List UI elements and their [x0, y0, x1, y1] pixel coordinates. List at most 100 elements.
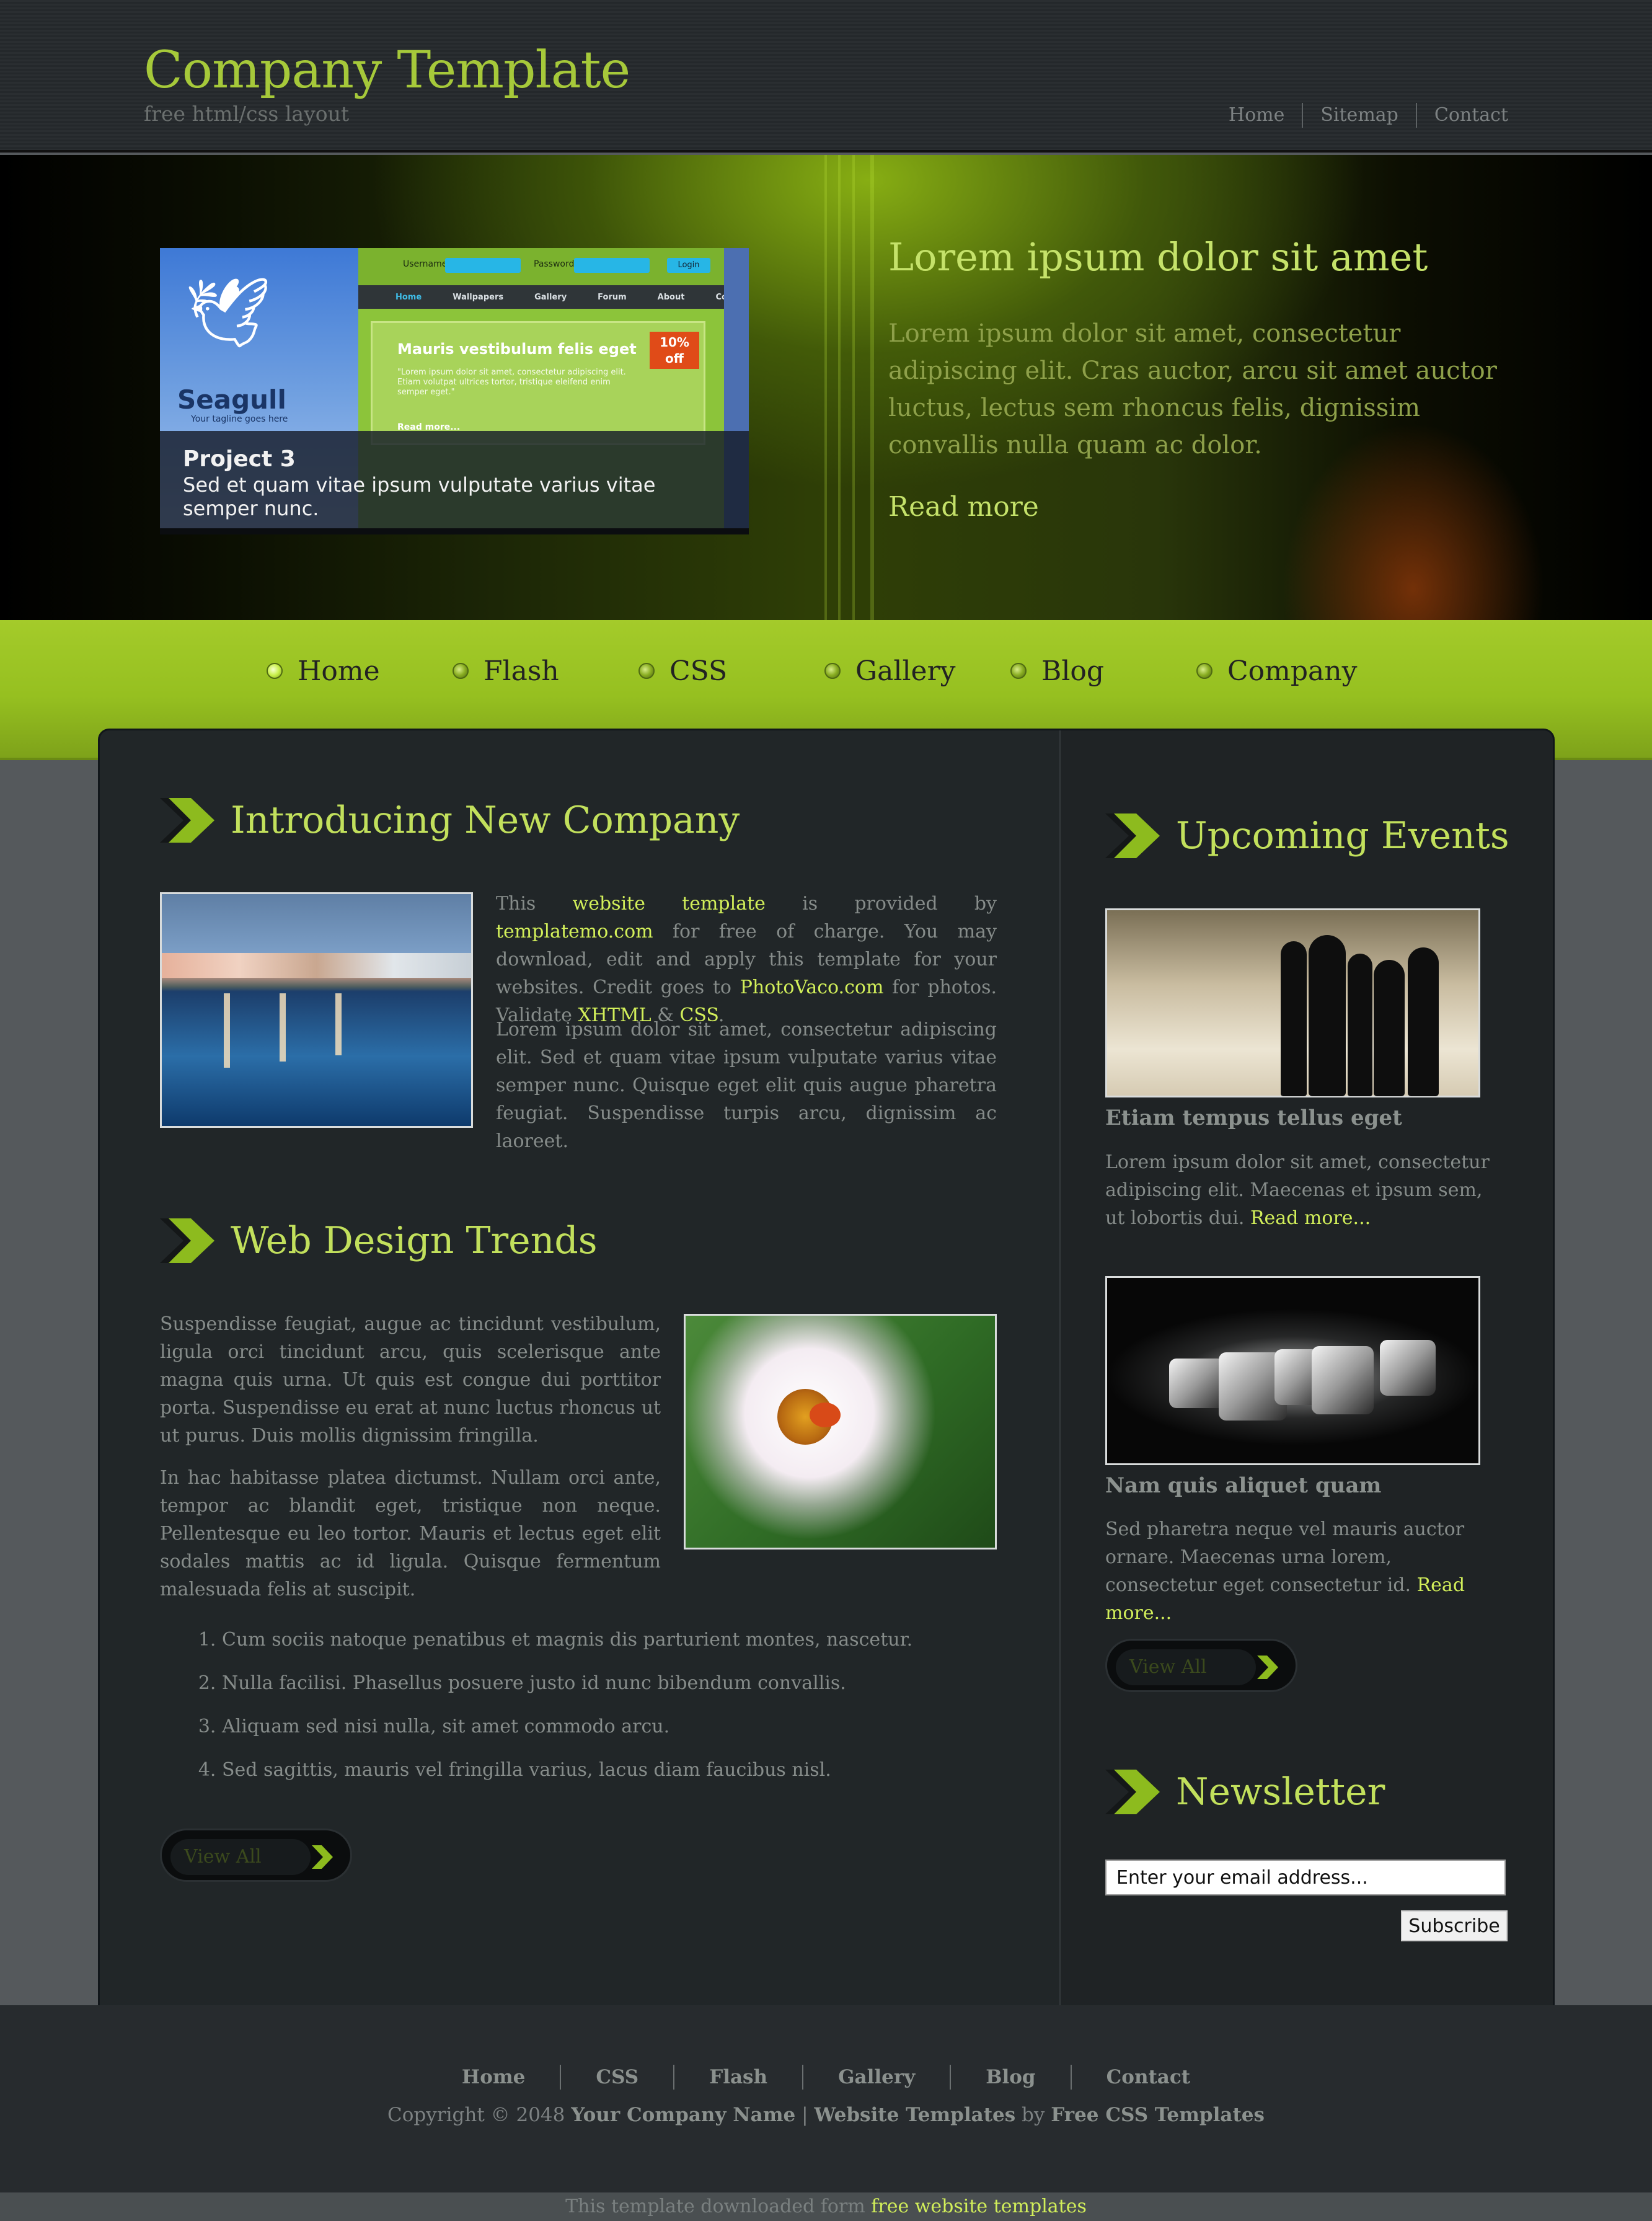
- slide-menu-item: Forum: [598, 292, 627, 302]
- bottom-credit-bar: This template downloaded form free websi…: [0, 2192, 1652, 2221]
- slide-password-label: Password: [534, 259, 575, 269]
- person-silhouette: [1374, 960, 1405, 1096]
- text-fragment: This template downloaded form: [565, 2196, 872, 2217]
- text-fragment: by: [1015, 2104, 1051, 2126]
- site-subtitle: free html/css layout: [144, 102, 350, 126]
- menu-item-label: Gallery: [855, 655, 956, 687]
- slide-tagline: Your tagline goes here: [191, 414, 288, 424]
- bullet-icon: [638, 663, 655, 679]
- menu-item-home[interactable]: Home: [267, 652, 453, 689]
- banner-title: Lorem ipsum dolor sit amet: [888, 234, 1428, 280]
- free-website-templates-link[interactable]: free website templates: [871, 2196, 1087, 2217]
- menu-item-label: Company: [1227, 655, 1358, 687]
- section-title: Web Design Trends: [231, 1219, 598, 1262]
- view-all-label: View All: [170, 1839, 311, 1875]
- trends-paragraph-2: In hac habitasse platea dictumst. Nullam…: [160, 1467, 661, 1600]
- slide-menu-item: About: [657, 292, 685, 302]
- slide-username-label: Username: [403, 259, 448, 269]
- text-fragment: |: [795, 2104, 815, 2126]
- event-text: Sed pharetra neque vel mauris auctor orn…: [1105, 1515, 1490, 1627]
- intro-paragraph-2: Lorem ipsum dolor sit amet, consectetur …: [496, 1019, 997, 1152]
- bullet-icon: [1196, 663, 1212, 679]
- bullet-icon: [267, 663, 283, 679]
- bullet-icon: [1010, 663, 1027, 679]
- menu-item-css[interactable]: CSS: [638, 652, 824, 689]
- footer-nav-home[interactable]: Home: [427, 2065, 560, 2090]
- text-fragment: Sed pharetra neque vel mauris auctor orn…: [1105, 1518, 1465, 1596]
- text-fragment: Copyright © 2048: [387, 2104, 572, 2126]
- list-item: Cum sociis natoque penatibus et magnis d…: [222, 1618, 912, 1662]
- event-photo: [1105, 908, 1480, 1097]
- slide-username-field: [445, 258, 521, 273]
- top-nav: Home Sitemap Contact: [1211, 103, 1508, 128]
- harbor-photo: [160, 892, 473, 1128]
- person-silhouette: [1281, 941, 1307, 1096]
- menu-item-label: CSS: [669, 655, 728, 687]
- chevron-right-icon: [160, 793, 214, 848]
- event-read-more-link[interactable]: Read more...: [1250, 1207, 1371, 1229]
- menu-item-label: Blog: [1041, 655, 1105, 687]
- website-templates-link[interactable]: Website Templates: [814, 2104, 1015, 2126]
- chevron-right-icon: [160, 1213, 214, 1268]
- footer-nav-contact[interactable]: Contact: [1070, 2065, 1226, 2090]
- banner-text: Lorem ipsum dolor sit amet, consectetur …: [888, 319, 1497, 459]
- footer-nav-css[interactable]: CSS: [560, 2065, 673, 2090]
- slide-logo-text: Seagull: [177, 384, 286, 415]
- trends-view-all-button[interactable]: View All: [160, 1829, 352, 1882]
- harbor-reflection: [335, 993, 342, 1055]
- section-trends-heading: Web Design Trends: [160, 1213, 598, 1268]
- person-silhouette: [1408, 947, 1439, 1096]
- view-all-label: View All: [1116, 1649, 1256, 1685]
- event-photo: [1105, 1276, 1480, 1465]
- footer-nav: Home CSS Flash Gallery Blog Contact: [0, 2065, 1652, 2090]
- photovaco-link[interactable]: PhotoVaco.com: [740, 977, 884, 998]
- harbor-reflection: [280, 993, 286, 1062]
- events-view-all-button[interactable]: View All: [1105, 1639, 1297, 1692]
- slide-card-title: Mauris vestibulum felis eget: [397, 340, 637, 358]
- header: Company Template free html/css layout Ho…: [0, 0, 1652, 153]
- free-css-templates-link[interactable]: Free CSS Templates: [1051, 2104, 1265, 2126]
- templatemo-link[interactable]: templatemo.com: [496, 921, 653, 942]
- menu-item-flash[interactable]: Flash: [453, 652, 638, 689]
- slide-caption: Project 3 Sed et quam vitae ipsum vulput…: [160, 431, 749, 528]
- list-item: Nulla facilisi. Phasellus posuere justo …: [222, 1662, 912, 1705]
- footer-nav-gallery[interactable]: Gallery: [802, 2065, 950, 2090]
- footer-nav-flash[interactable]: Flash: [673, 2065, 802, 2090]
- list-item: Sed sagittis, mauris vel fringilla variu…: [222, 1749, 912, 1792]
- slide-menu-item: Wallpapers: [453, 292, 504, 302]
- slide-card-text: "Lorem ipsum dolor sit amet, consectetur…: [397, 368, 626, 397]
- site-title: Company Template: [144, 41, 630, 100]
- top-nav-contact[interactable]: Contact: [1415, 103, 1508, 128]
- slide-menu-bar: Home Wallpapers Gallery Forum About Cont…: [358, 285, 749, 309]
- menu-item-company[interactable]: Company: [1196, 652, 1357, 689]
- footer: [0, 2005, 1652, 2192]
- slide-caption-title: Project 3: [183, 446, 296, 472]
- menu-item-gallery[interactable]: Gallery: [824, 652, 1010, 689]
- website-template-link[interactable]: website template: [573, 893, 766, 915]
- bullet-icon: [824, 663, 841, 679]
- menu-item-label: Home: [298, 655, 380, 687]
- text-fragment: This: [496, 893, 573, 915]
- banner-read-more-link[interactable]: Read more: [888, 491, 1039, 523]
- menu-item-label: Flash: [484, 655, 559, 687]
- banner-slide[interactable]: 🕊 Seagull Your tagline goes here Usernam…: [160, 248, 749, 534]
- section-intro-heading: Introducing New Company: [160, 793, 740, 848]
- footer-nav-blog[interactable]: Blog: [950, 2065, 1070, 2090]
- banner-light-streak: [870, 155, 874, 620]
- top-nav-home[interactable]: Home: [1211, 103, 1302, 128]
- event-title: Etiam tempus tellus eget: [1105, 1106, 1402, 1130]
- trends-list: Cum sociis natoque penatibus et magnis d…: [222, 1618, 912, 1792]
- harbor-reflection: [224, 993, 230, 1068]
- chevron-right-icon: [1105, 809, 1160, 863]
- menu-item-blog[interactable]: Blog: [1010, 652, 1196, 689]
- arrow-right-icon: [308, 1843, 337, 1871]
- main-menu-list: Home Flash CSS Gallery Blog Company: [267, 652, 1357, 689]
- intro-paragraph-1: This website template is provided by tem…: [496, 890, 997, 1029]
- subscribe-button[interactable]: Subscribe: [1401, 1910, 1508, 1941]
- top-nav-sitemap[interactable]: Sitemap: [1302, 103, 1416, 128]
- banner-light-streak: [838, 155, 841, 620]
- seagull-icon: 🕊: [185, 273, 272, 352]
- slide-menu-item: Gallery: [534, 292, 567, 302]
- newsletter-email-input[interactable]: [1105, 1860, 1506, 1895]
- trends-paragraph-1: Suspendisse feugiat, augue ac tincidunt …: [160, 1313, 661, 1447]
